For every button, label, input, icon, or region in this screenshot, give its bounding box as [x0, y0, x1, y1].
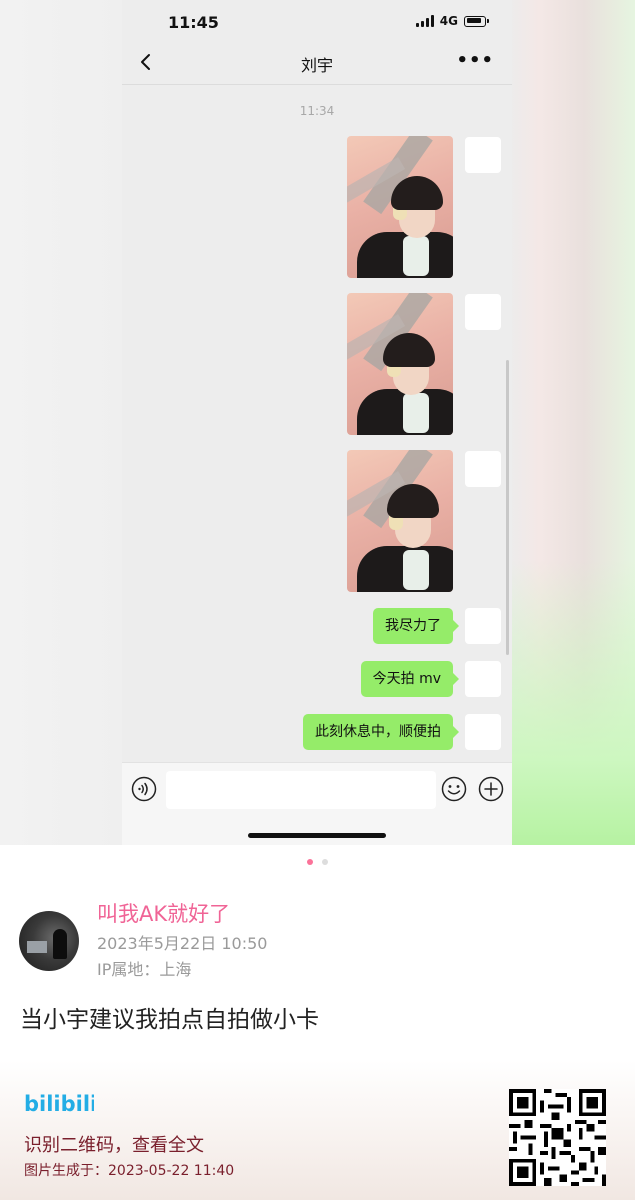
text-message[interactable]: 今天拍 mv: [360, 661, 460, 697]
plus-icon[interactable]: [478, 776, 504, 802]
home-indicator: [248, 833, 386, 838]
post-content: 当小宇建议我拍点自拍做小卡: [20, 1007, 319, 1033]
message-timestamp: 11:34: [299, 104, 335, 118]
scrollbar[interactable]: [506, 360, 509, 655]
chat-title: 刘宇: [300, 56, 333, 75]
user-avatar[interactable]: [19, 911, 79, 971]
carousel-dot[interactable]: [322, 859, 328, 865]
carousel-dot-active[interactable]: [307, 859, 313, 865]
emoji-icon[interactable]: [441, 776, 467, 802]
status-time: 11:45: [168, 13, 219, 32]
battery-icon: [464, 15, 489, 27]
blurred-background-accent: [512, 560, 635, 845]
sender-avatar[interactable]: [465, 608, 501, 644]
image-message[interactable]: [347, 293, 453, 435]
sender-avatar[interactable]: [465, 714, 501, 750]
bilibili-logo: bilibili: [24, 1092, 94, 1116]
signal-icon: [415, 15, 434, 27]
text-message[interactable]: 此刻休息中，顺便拍: [303, 714, 459, 750]
sender-avatar[interactable]: [465, 137, 501, 173]
generated-time: 图片生成于：2023-05-22 11:40: [24, 1163, 235, 1179]
qr-code[interactable]: [509, 1089, 606, 1186]
sender-avatar[interactable]: [465, 661, 501, 697]
scan-qr-prompt: 识别二维码，查看全文: [24, 1135, 204, 1156]
network-type: 4G: [439, 14, 458, 28]
chat-screenshot: 11:45 4G 刘宇 ••• 11:34 我尽力了 今天拍 mv 此刻休息中，…: [122, 0, 512, 845]
svg-text:bilibili: bilibili: [24, 1092, 94, 1116]
chat-header: 刘宇 •••: [122, 40, 512, 85]
message-input[interactable]: [166, 771, 436, 809]
voice-icon[interactable]: [131, 776, 157, 802]
image-message[interactable]: [347, 136, 453, 278]
post-ip-location: IP属地：上海: [97, 960, 192, 979]
image-message[interactable]: [347, 450, 453, 592]
username[interactable]: 叫我AK就好了: [97, 898, 230, 928]
post-date: 2023年5月22日 10:50: [97, 934, 268, 953]
sender-avatar[interactable]: [465, 451, 501, 487]
carousel-indicator: [0, 859, 635, 865]
text-message[interactable]: 我尽力了: [373, 608, 459, 644]
chat-input-bar: [122, 762, 512, 845]
more-options-icon[interactable]: •••: [456, 50, 494, 71]
sender-avatar[interactable]: [465, 294, 501, 330]
status-icons: 4G: [415, 14, 489, 28]
